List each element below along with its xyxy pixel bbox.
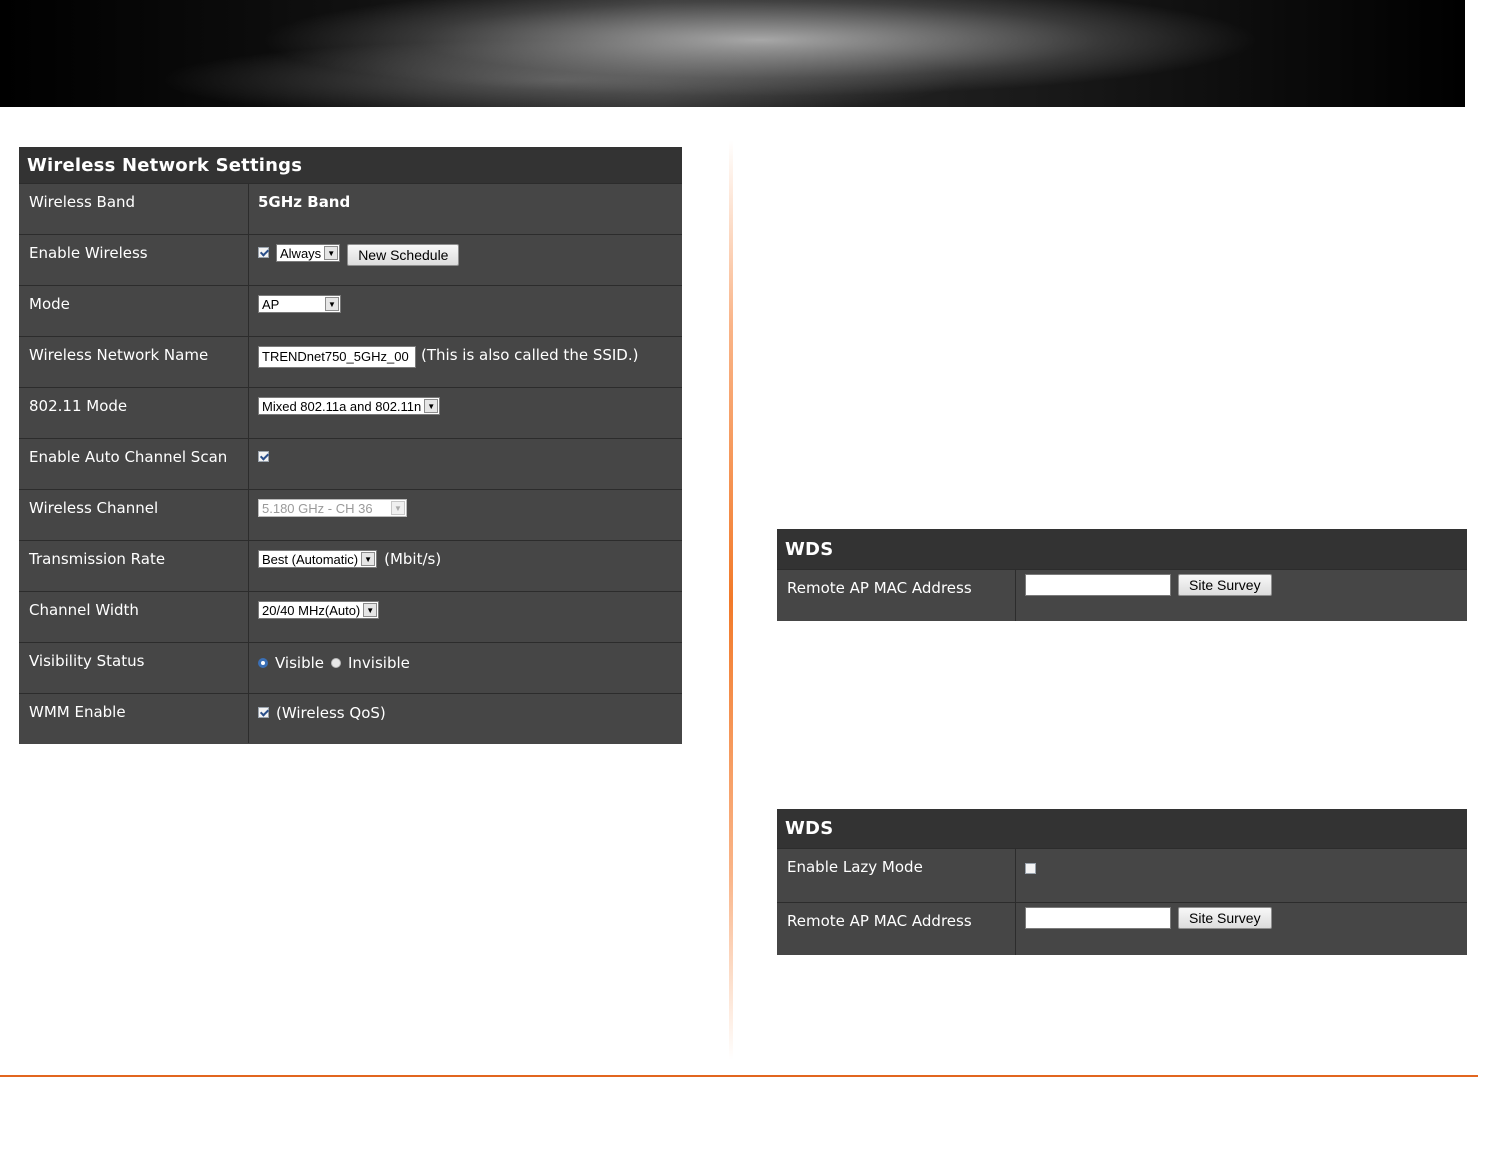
remote-mac-input[interactable] [1025,907,1171,929]
row-ssid: Wireless Network Name TRENDnet750_5GHz_0… [19,336,682,387]
auto-channel-checkbox[interactable] [258,451,269,462]
row-enable-wireless: Enable Wireless Always ▼ New Schedule [19,234,682,285]
wireless-channel-select[interactable]: 5.180 GHz - CH 36 ▼ [258,499,407,517]
chevron-down-icon: ▼ [324,246,339,260]
wireless-band-label: Wireless Band [19,184,249,234]
wmm-checkbox[interactable] [258,707,269,718]
wireless-band-value: 5GHz Band [258,193,351,211]
site-survey-button[interactable]: Site Survey [1178,907,1272,929]
row-80211-mode: 802.11 Mode Mixed 802.11a and 802.11n ▼ [19,387,682,438]
row-lazy-mode: Enable Lazy Mode [777,848,1467,902]
ssid-note: (This is also called the SSID.) [421,346,639,364]
remote-mac-label: Remote AP MAC Address [777,903,1016,955]
auto-channel-label: Enable Auto Channel Scan [19,439,249,489]
invisible-option-label: Invisible [348,654,410,672]
column-divider [729,140,733,1060]
dot11-mode-value: Mixed 802.11a and 802.11n [262,398,422,414]
wmm-label: WMM Enable [19,694,249,743]
schedule-value: Always [280,245,322,261]
chevron-down-icon: ▼ [391,501,405,515]
panel-title: WDS [777,529,1467,569]
remote-mac-label: Remote AP MAC Address [777,570,1016,621]
visible-radio[interactable] [258,658,268,668]
dot11-mode-select[interactable]: Mixed 802.11a and 802.11n ▼ [258,397,441,415]
chevron-down-icon: ▼ [325,297,339,311]
chevron-down-icon: ▼ [363,603,378,617]
transmission-rate-select[interactable]: Best (Automatic) ▼ [258,550,378,568]
panel-title: WDS [777,809,1467,848]
enable-wireless-checkbox[interactable] [258,247,269,258]
row-auto-channel: Enable Auto Channel Scan [19,438,682,489]
row-visibility: Visibility Status Visible Invisible [19,642,682,693]
invisible-radio[interactable] [331,658,341,668]
channel-width-label: Channel Width [19,592,249,642]
transmission-rate-unit: (Mbit/s) [384,550,442,568]
ssid-label: Wireless Network Name [19,337,249,387]
mode-label: Mode [19,286,249,336]
enable-wireless-label: Enable Wireless [19,235,249,285]
row-channel-width: Channel Width 20/40 MHz(Auto) ▼ [19,591,682,642]
chevron-down-icon: ▼ [424,399,439,413]
transmission-rate-value: Best (Automatic) [262,551,359,567]
wds-panel-2: WDS Enable Lazy Mode Remote AP MAC Addre… [777,809,1467,955]
remote-mac-input[interactable] [1025,574,1171,596]
row-wmm: WMM Enable (Wireless QoS) [19,693,682,743]
row-wireless-band: Wireless Band 5GHz Band [19,183,682,234]
mode-select[interactable]: AP ▼ [258,295,341,313]
wds-panel-1: WDS Remote AP MAC Address Site Survey [777,529,1467,621]
wireless-channel-value: 5.180 GHz - CH 36 [262,500,373,516]
mode-value: AP [262,296,280,312]
schedule-select[interactable]: Always ▼ [276,244,341,262]
dot11-mode-label: 802.11 Mode [19,388,249,438]
visibility-label: Visibility Status [19,643,249,693]
header-banner [0,0,1465,107]
footer-line [0,1075,1478,1077]
row-wireless-channel: Wireless Channel 5.180 GHz - CH 36 ▼ [19,489,682,540]
panel-title: Wireless Network Settings [19,147,682,183]
channel-width-value: 20/40 MHz(Auto) [262,602,361,618]
wireless-channel-label: Wireless Channel [19,490,249,540]
row-transmission-rate: Transmission Rate Best (Automatic) ▼ (Mbi… [19,540,682,591]
ssid-input[interactable]: TRENDnet750_5GHz_00 [258,346,416,368]
chevron-down-icon: ▼ [361,552,376,566]
new-schedule-button[interactable]: New Schedule [347,244,460,266]
visible-option-label: Visible [275,654,324,672]
site-survey-button[interactable]: Site Survey [1178,574,1272,596]
wireless-settings-panel: Wireless Network Settings Wireless Band … [19,147,682,744]
wmm-note: (Wireless QoS) [276,704,386,722]
channel-width-select[interactable]: 20/40 MHz(Auto) ▼ [258,601,380,619]
row-remote-mac: Remote AP MAC Address Site Survey [777,902,1467,955]
lazy-mode-checkbox[interactable] [1025,863,1036,874]
row-remote-mac: Remote AP MAC Address Site Survey [777,569,1467,621]
row-mode: Mode AP ▼ [19,285,682,336]
transmission-rate-label: Transmission Rate [19,541,249,591]
lazy-mode-label: Enable Lazy Mode [777,849,1016,902]
